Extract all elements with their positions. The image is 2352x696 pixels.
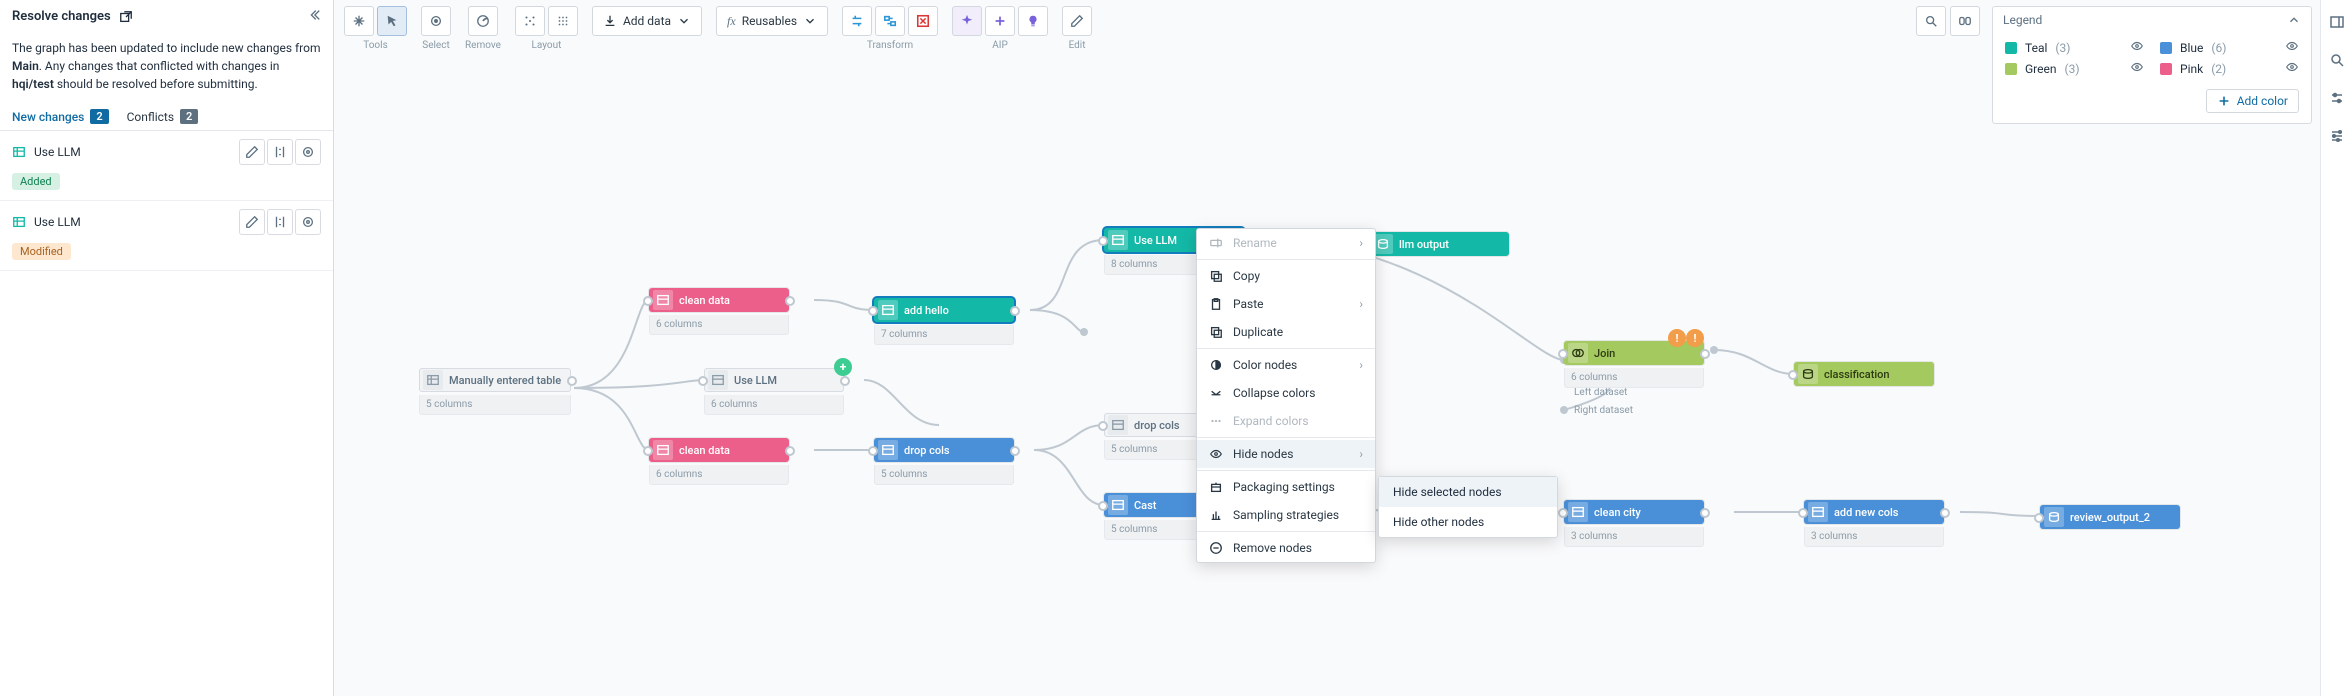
status-badge: Added bbox=[12, 173, 60, 190]
diff-change-button[interactable] bbox=[267, 139, 293, 165]
right-rail bbox=[2320, 0, 2352, 696]
node-add-hello[interactable]: add hello 7 columns bbox=[874, 298, 1014, 345]
ctx-hide-nodes[interactable]: Hide nodes› bbox=[1197, 440, 1375, 468]
ctx-color-nodes[interactable]: Color nodes› bbox=[1197, 351, 1375, 379]
rail-settings-button[interactable] bbox=[2325, 124, 2349, 148]
add-badge-icon: + bbox=[834, 358, 852, 376]
table-icon bbox=[12, 145, 26, 159]
ctx-remove-nodes[interactable]: Remove nodes bbox=[1197, 534, 1375, 562]
table-icon bbox=[12, 215, 26, 229]
warning-badge-icon: ! bbox=[1668, 329, 1686, 347]
resolve-changes-panel: Resolve changes The graph has been updat… bbox=[0, 0, 334, 696]
new-tab-icon[interactable] bbox=[119, 10, 133, 24]
node-clean-city[interactable]: clean city 3 columns bbox=[1564, 500, 1704, 547]
rail-sliders-button[interactable] bbox=[2325, 86, 2349, 110]
warning-badge-icon: ! bbox=[1686, 329, 1704, 347]
node-llm-output[interactable]: llm output bbox=[1369, 232, 1509, 256]
hide-nodes-submenu: Hide selected nodes Hide other nodes bbox=[1378, 476, 1558, 538]
ctx-paste[interactable]: Paste› bbox=[1197, 290, 1375, 318]
node-use-llm-ghost[interactable]: Use LLM 6 columns + bbox=[704, 368, 844, 415]
ctx-sampling-strategies[interactable]: Sampling strategies bbox=[1197, 501, 1375, 529]
edit-change-button[interactable] bbox=[239, 139, 265, 165]
node-context-menu: Rename› Copy Paste› Duplicate Color node… bbox=[1196, 228, 1376, 563]
locate-change-button[interactable] bbox=[295, 209, 321, 235]
ctx-rename: Rename› bbox=[1197, 229, 1375, 257]
node-clean-data[interactable]: clean data 6 columns bbox=[649, 288, 789, 335]
node-clean-data[interactable]: clean data 6 columns bbox=[649, 438, 789, 485]
edit-change-button[interactable] bbox=[239, 209, 265, 235]
ctx-duplicate[interactable]: Duplicate bbox=[1197, 318, 1375, 346]
tab-new-changes[interactable]: New changes2 bbox=[12, 109, 109, 124]
node-manually-entered-table[interactable]: Manually entered table 5 columns bbox=[419, 368, 571, 415]
panel-description: The graph has been updated to include ne… bbox=[0, 33, 333, 103]
rail-search-button[interactable] bbox=[2325, 48, 2349, 72]
panel-title: Resolve changes bbox=[12, 9, 111, 24]
ctx-packaging-settings[interactable]: Packaging settings bbox=[1197, 473, 1375, 501]
locate-change-button[interactable] bbox=[295, 139, 321, 165]
node-join[interactable]: Join 6 columns ! ! bbox=[1564, 341, 1704, 388]
change-item[interactable]: Use LLM Modified bbox=[0, 201, 333, 271]
graph-canvas[interactable]: Tools Select Remove Layout Add data bbox=[334, 0, 2320, 696]
rail-panel-button[interactable] bbox=[2325, 10, 2349, 34]
node-add-new-cols[interactable]: add new cols 3 columns bbox=[1804, 500, 1944, 547]
status-badge: Modified bbox=[12, 243, 71, 260]
collapse-panel-icon[interactable] bbox=[307, 8, 321, 25]
sub-hide-other[interactable]: Hide other nodes bbox=[1379, 507, 1557, 537]
ctx-expand-colors: Expand colors bbox=[1197, 407, 1375, 435]
tab-conflicts[interactable]: Conflicts2 bbox=[127, 109, 199, 124]
ctx-copy[interactable]: Copy bbox=[1197, 262, 1375, 290]
change-item[interactable]: Use LLM Added bbox=[0, 131, 333, 201]
node-review-output[interactable]: review_output_2 bbox=[2040, 505, 2180, 529]
node-classification[interactable]: classification bbox=[1794, 362, 1934, 386]
ctx-collapse-colors[interactable]: Collapse colors bbox=[1197, 379, 1375, 407]
node-drop-cols[interactable]: drop cols 5 columns bbox=[874, 438, 1014, 485]
diff-change-button[interactable] bbox=[267, 209, 293, 235]
sub-hide-selected[interactable]: Hide selected nodes bbox=[1379, 477, 1557, 507]
